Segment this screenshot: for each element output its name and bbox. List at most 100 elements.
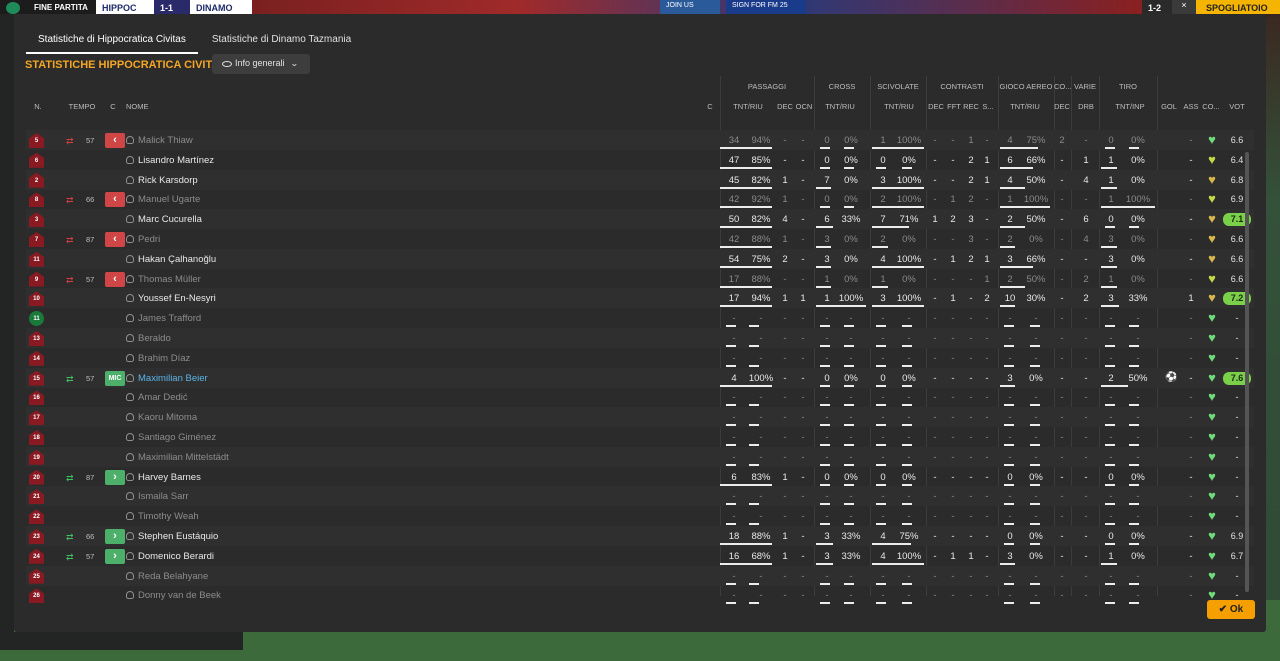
minutes: 57 xyxy=(86,274,95,284)
tab-home-stats[interactable]: Statistiche di Hippocratica Civitas xyxy=(26,28,198,54)
table-row[interactable]: 26 Donny van de Beek - - - - - - - - - - - - - - - - - - - ♥ - xyxy=(26,585,1254,605)
table-row[interactable]: 18 Santiago Giménez - - - - - - - - - - - - - - - - - - - ♥ - xyxy=(26,427,1254,447)
stat-cell: - xyxy=(1060,352,1064,364)
close-icon[interactable]: × xyxy=(1172,0,1196,14)
table-row[interactable]: 15 ⇄ 57 MIC Maximilian Beier 4 100% - -0 0% 0 0% - - -… xyxy=(26,367,1254,388)
table-row[interactable]: 24 ⇄ 57 › Domenico Berardi 16 68% 1-3 33% 4 100% -1… xyxy=(26,546,1254,566)
player-name[interactable]: Maximilian Mittelstädt xyxy=(126,452,229,463)
player-name[interactable]: Beraldo xyxy=(126,333,171,344)
table-row[interactable]: 23 ⇄ 66 › Stephen Eustáquio 18 88% 1 - 3 33% 4 75% - -… xyxy=(26,526,1254,546)
stat-cell: 82% xyxy=(751,214,771,226)
away-team: DINAMO xyxy=(190,0,252,14)
column-header-c2[interactable]: C xyxy=(704,102,716,111)
table-row[interactable]: 3 Marc Cucurella 50 82% 4-6 33% 7 71% 1 2 3-2 50% -6… xyxy=(26,209,1254,230)
column-header-con_dec[interactable]: DEC xyxy=(928,102,944,111)
column-header-cond[interactable]: CO... xyxy=(1199,102,1223,111)
table-row[interactable]: 10 Youssef En-Nesyri 17 94% 1 1 1 100% 3 100% -1-2… xyxy=(26,288,1254,309)
stat-bar xyxy=(1129,483,1139,486)
table-row[interactable]: 17 Kaoru Mitoma - - - - - - - - - - - - - - - - - - - ♥ - xyxy=(26,407,1254,428)
column-header-sciv[interactable]: TNT/RIU xyxy=(878,102,920,111)
table-row[interactable]: 11 James Trafford - - - - - - - - - - - - - - - - - - - ♥ - xyxy=(26,308,1254,328)
table-row[interactable]: 2 Rick Karsdorp 45 82% 1-7 0% 3 100% - -2 1 4 50% -4 1… xyxy=(26,169,1254,190)
player-name[interactable]: Stephen Eustáquio xyxy=(126,531,218,542)
column-header-nome[interactable]: NOME xyxy=(126,102,166,111)
table-row[interactable]: 19 Maximilian Mittelstädt - - - - - - - - - - - - - - - -… xyxy=(26,446,1254,467)
player-name[interactable]: Reda Belahyane xyxy=(126,571,208,582)
player-name[interactable]: Amar Dedić xyxy=(126,392,188,403)
dressing-room-button[interactable]: SPOGLIATOIO xyxy=(1196,0,1280,14)
table-row[interactable]: 9 ⇄ 57 ‹ Thomas Müller 17 88% - -1 0% 1 0% - - -1 2 50% -… xyxy=(26,269,1254,289)
table-row[interactable]: 21 Ismaila Sarr - - - - - - - - - - - - - - - - - - - ♥ - xyxy=(26,486,1254,507)
column-header-con_fft[interactable]: FFT xyxy=(946,102,962,111)
stat-cell: - xyxy=(881,432,885,443)
column-header-con_rec[interactable]: REC xyxy=(962,102,980,111)
player-name[interactable]: Hakan Çalhanoğlu xyxy=(126,254,216,265)
column-header-cross[interactable]: TNT/RIU xyxy=(822,102,858,111)
player-name[interactable]: Harvey Barnes xyxy=(126,472,201,483)
column-header-con_s[interactable]: S... xyxy=(980,102,996,111)
group-header: CO... xyxy=(1054,82,1071,91)
player-name[interactable]: Marc Cucurella xyxy=(126,214,202,225)
column-header-gol[interactable]: GOL xyxy=(1159,102,1179,111)
table-row[interactable]: 6 Lisandro Martínez 47 85% - -0 0% 0 0% - -2 1 6 66% -… xyxy=(26,150,1254,170)
stat-cell: 0% xyxy=(844,174,858,186)
tab-away-stats[interactable]: Statistiche di Dinamo Tazmania xyxy=(200,28,363,54)
table-row[interactable]: 25 Reda Belahyane - - - - - - - - - - - - - - - - - - - ♥ - xyxy=(26,565,1254,586)
column-header-tiro[interactable]: TNT/INP xyxy=(1109,102,1151,111)
player-name[interactable]: Timothy Weah xyxy=(126,511,199,522)
dropdown-label: Info generali xyxy=(235,58,285,68)
view-dropdown[interactable]: Info generali ⌄ xyxy=(212,54,310,74)
scrollbar[interactable] xyxy=(1245,152,1249,592)
table-row[interactable]: 5 ⇄ 57 ‹ Malick Thiaw 34 94% - -0 0% 1 100% - -1-4 75%… xyxy=(26,130,1254,150)
column-header-ass[interactable]: ASS xyxy=(1181,102,1201,111)
stat-bar xyxy=(820,364,830,367)
table-row[interactable]: 14 Brahim Díaz - - - - - - - - - - - - - - - - - - - ♥ - xyxy=(26,348,1254,368)
column-header-aereo[interactable]: TNT/RIU xyxy=(1002,102,1048,111)
stat-bar xyxy=(1000,246,1015,248)
player-name[interactable]: James Trafford xyxy=(126,313,201,324)
stat-cell: - xyxy=(969,511,973,523)
column-header-c[interactable]: C xyxy=(106,102,120,111)
player-name[interactable]: Donny van de Beek xyxy=(126,590,221,601)
column-header-pass[interactable]: TNT/RIU xyxy=(726,102,770,111)
player-name[interactable]: Rick Karsdorp xyxy=(126,175,198,186)
player-name[interactable]: Youssef En-Nesyri xyxy=(126,293,216,304)
column-header-tempo[interactable]: TEMPO xyxy=(66,102,98,111)
player-name[interactable]: Domenico Berardi xyxy=(126,551,214,562)
column-header-n[interactable]: N. xyxy=(29,102,47,111)
player-name[interactable]: Santiago Giménez xyxy=(126,432,216,443)
column-header-pass_dec[interactable]: DEC xyxy=(776,102,794,111)
player-name[interactable]: Brahim Díaz xyxy=(126,353,190,364)
column-header-vot[interactable]: VOT xyxy=(1223,102,1251,111)
player-name[interactable]: Lisandro Martínez xyxy=(126,155,214,166)
player-name[interactable]: Kaoru Mitoma xyxy=(126,412,197,423)
player-name[interactable]: Malick Thiaw xyxy=(126,135,193,146)
stat-cell: 3 xyxy=(1007,253,1013,265)
table-row[interactable]: 7 ⇄ 87 ‹ Pedri 42 88% 1-3 0% 2 0% - -3-2 0% -4 3 0% - ♥ 6.6 xyxy=(26,229,1254,249)
player-name[interactable]: Maximilian Beier xyxy=(126,373,208,384)
stat-cell: 2 xyxy=(880,234,886,245)
stat-cell: 0% xyxy=(1029,234,1043,245)
stat-cell: - xyxy=(985,194,989,206)
table-row[interactable]: 20 ⇄ 87 › Harvey Barnes 6 83% 1-0 0% 0 0% - - - -0 0% - -… xyxy=(26,467,1254,487)
table-row[interactable]: 22 Timothy Weah - - - - - - - - - - - - - - - - - - - ♥ - xyxy=(26,506,1254,526)
table-row[interactable]: 8 ⇄ 66 ‹ Manuel Ugarte 42 92% 1-0 0% 2 100% -1 2-1 10… xyxy=(26,189,1254,209)
stat-cell: - xyxy=(783,432,787,443)
player-name[interactable]: Manuel Ugarte xyxy=(126,194,200,205)
player-name[interactable]: Thomas Müller xyxy=(126,274,201,285)
table-row[interactable]: 13 Beraldo - - - - - - - - - - - - - - - - - - - ♥ - xyxy=(26,328,1254,348)
stat-bar xyxy=(844,424,854,427)
shirt-number: 25 xyxy=(29,568,44,584)
column-header-co_dec[interactable]: DEC xyxy=(1054,102,1070,111)
stat-cell: - xyxy=(849,412,853,424)
player-name[interactable]: Pedri xyxy=(126,234,160,245)
group-header: PASSAGGI xyxy=(747,82,787,91)
column-header-pass_ocn[interactable]: OCN xyxy=(794,102,814,111)
stat-bar xyxy=(726,404,736,407)
table-row[interactable]: 11 Hakan Çalhanoğlu 54 75% 2-3 0% 4 100% -1 2 1 3 66… xyxy=(26,248,1254,269)
column-header-drb[interactable]: DRB xyxy=(1076,102,1096,111)
stat-cell: - xyxy=(985,135,989,146)
ok-button[interactable]: ✔ Ok xyxy=(1207,600,1255,619)
table-row[interactable]: 16 Amar Dedić - - - - - - - - - - - - - - - - - - - ♥ - xyxy=(26,387,1254,407)
player-name[interactable]: Ismaila Sarr xyxy=(126,491,189,502)
